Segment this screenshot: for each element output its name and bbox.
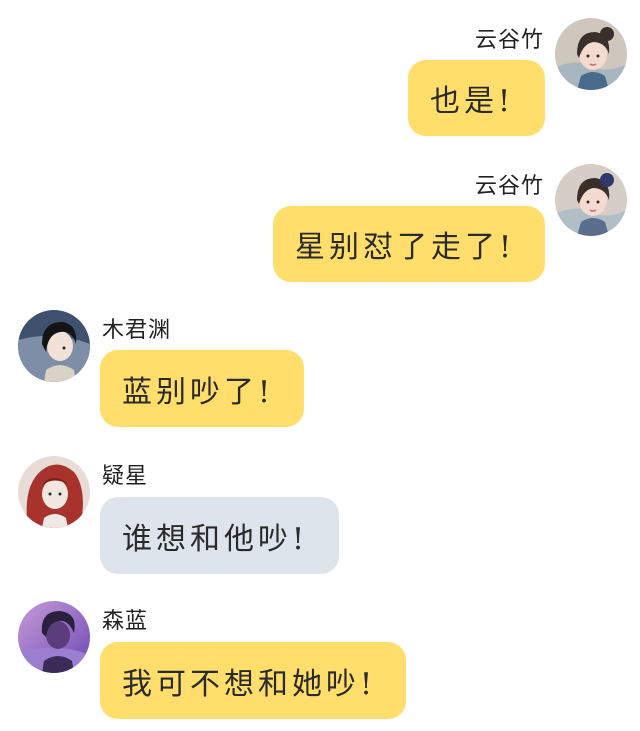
sender-name: 云谷竹 <box>474 174 544 199</box>
red-hair-girl-avatar-icon <box>18 456 90 528</box>
sender-name: 云谷竹 <box>474 28 544 53</box>
chat-message: 云谷竹 星别怼了走了! <box>0 164 640 284</box>
message-bubble[interactable]: 我可不想和她吵! <box>100 642 406 719</box>
avatar[interactable] <box>555 18 627 90</box>
message-bubble[interactable]: 蓝别吵了! <box>100 350 304 427</box>
chat-message: 疑星 谁想和他吵! <box>0 456 640 576</box>
avatar[interactable] <box>555 164 627 236</box>
chat-message: 云谷竹 也是! <box>0 18 640 138</box>
chat-message: 森蓝 我可不想和她吵! <box>0 601 640 721</box>
woman-hair-bun-avatar-icon <box>555 164 627 236</box>
message-bubble[interactable]: 星别怼了走了! <box>273 206 545 282</box>
avatar[interactable] <box>18 601 90 673</box>
dark-hair-boy-avatar-icon <box>18 310 90 382</box>
message-bubble[interactable]: 谁想和他吵! <box>100 497 339 574</box>
sender-name: 疑星 <box>102 464 149 489</box>
sender-name: 森蓝 <box>102 609 149 634</box>
message-bubble[interactable]: 也是! <box>408 60 545 136</box>
avatar[interactable] <box>18 310 90 382</box>
purple-tone-avatar-icon <box>18 601 90 673</box>
avatar[interactable] <box>18 456 90 528</box>
sender-name: 木君渊 <box>102 318 172 343</box>
chat-message: 木君渊 蓝别吵了! <box>0 310 640 430</box>
woman-hair-bun-avatar-icon <box>555 18 627 90</box>
